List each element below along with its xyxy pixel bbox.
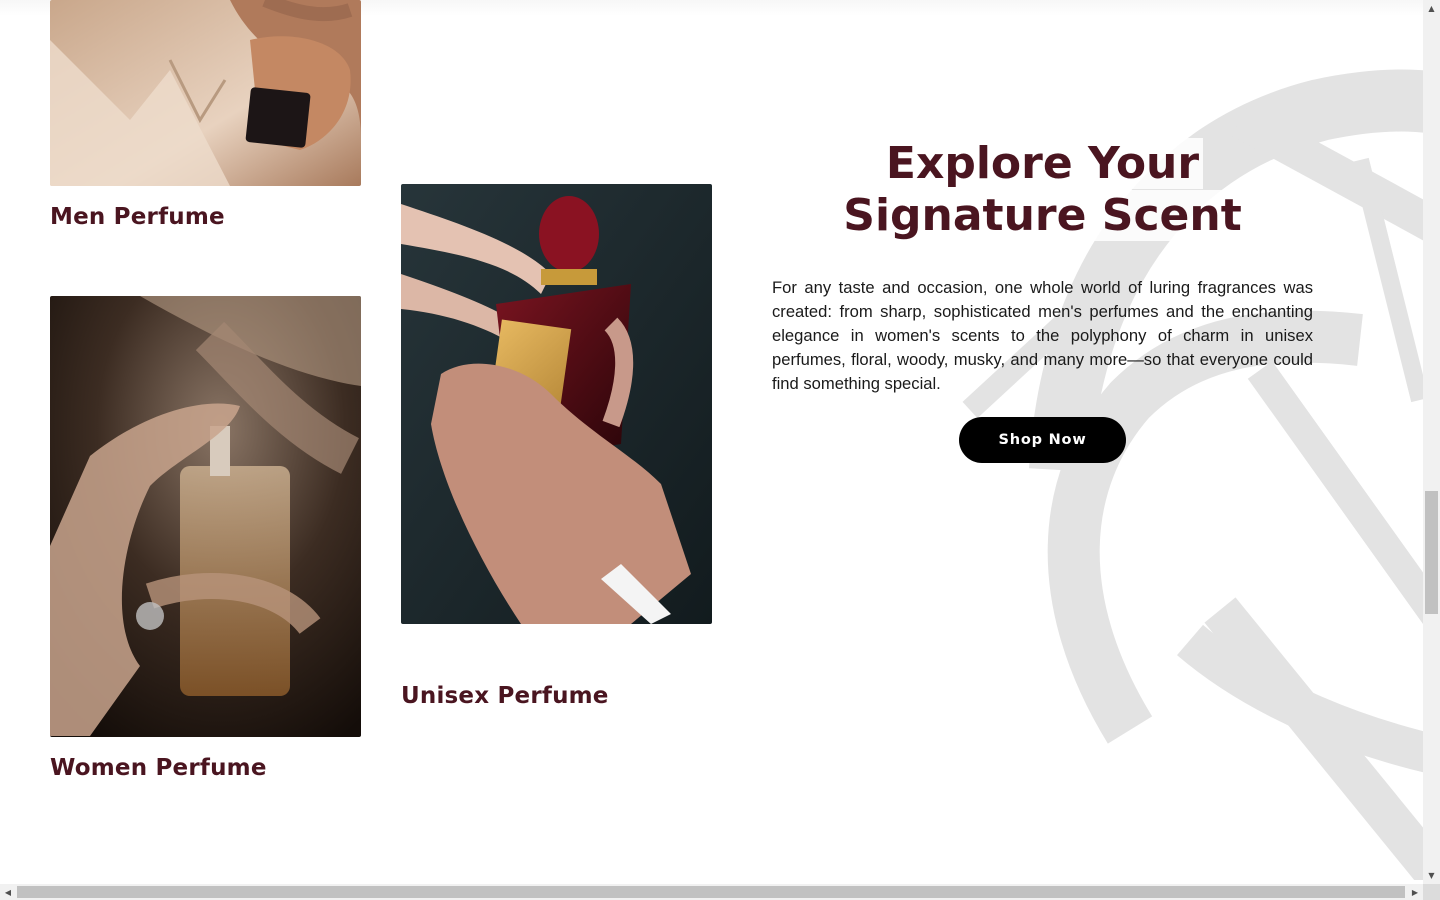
women-perfume-image[interactable] [50,296,361,737]
scrollbar-corner [1423,884,1440,900]
hero-title: Explore Your Signature Scent [772,138,1313,242]
women-perfume-title[interactable]: Women Perfume [50,755,267,781]
women-perfume-photo [50,296,361,737]
men-perfume-image[interactable] [50,0,361,186]
horizontal-scroll-thumb[interactable] [17,886,1405,898]
shop-now-button[interactable]: Shop Now [959,417,1126,463]
horizontal-scrollbar[interactable]: ◀ ▶ [0,884,1423,900]
unisex-perfume-title[interactable]: Unisex Perfume [401,683,609,709]
hero-title-line-1: Explore Your [881,138,1204,189]
hero-description: For any taste and occasion, one whole wo… [772,278,1313,393]
page-viewport: Men Perfume Women Perfume Unisex Perfume… [0,0,1423,884]
scroll-up-arrow-icon[interactable]: ▲ [1423,0,1440,17]
hero-title-line-2: Signature Scent [839,190,1246,241]
vertical-scroll-thumb[interactable] [1425,491,1438,614]
unisex-perfume-photo [401,184,712,624]
scroll-down-arrow-icon[interactable]: ▼ [1423,867,1440,884]
scroll-left-arrow-icon[interactable]: ◀ [0,884,16,900]
men-perfume-photo [50,0,361,186]
men-perfume-title[interactable]: Men Perfume [50,204,225,230]
page: Men Perfume Women Perfume Unisex Perfume… [0,0,1440,900]
vertical-scrollbar[interactable]: ▲ ▼ [1423,0,1440,884]
unisex-perfume-image[interactable] [401,184,712,624]
scroll-right-arrow-icon[interactable]: ▶ [1407,884,1423,900]
